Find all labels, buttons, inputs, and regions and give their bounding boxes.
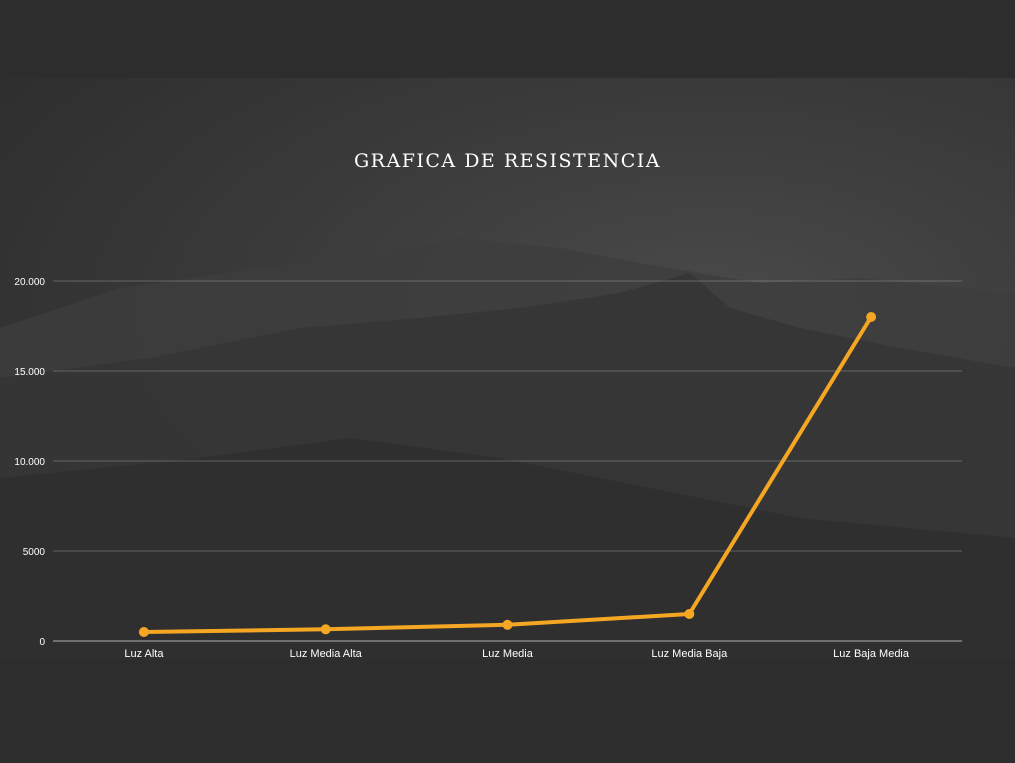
- data-point: [866, 312, 877, 322]
- x-tick-label: Luz Media Baja: [651, 648, 728, 660]
- data-point: [320, 624, 331, 635]
- x-tick-label: Luz Alta: [124, 648, 164, 660]
- series-line: [141, 315, 874, 634]
- y-tick-label: 10.000: [14, 457, 45, 468]
- x-tick-label: Luz Media: [482, 648, 534, 660]
- x-tick-label: Luz Baja Media: [833, 648, 910, 660]
- line-chart: 0 5000 10.000 15.000 20.000 Luz Alta Luz Media…: [14, 277, 962, 660]
- data-point: [138, 627, 149, 637]
- x-tick-label: Luz Media Alta: [290, 648, 363, 660]
- y-tick-label: 0: [39, 637, 45, 648]
- data-point: [502, 619, 513, 630]
- y-tick-label: 15.000: [14, 367, 45, 378]
- data-point: [684, 609, 695, 619]
- y-tick-label: 5000: [23, 547, 46, 558]
- chart-slide: GRAFICA DE RESISTENCIA 0 5000 10.000 15.000…: [0, 78, 1015, 660]
- y-tick-label: 20.000: [14, 277, 45, 288]
